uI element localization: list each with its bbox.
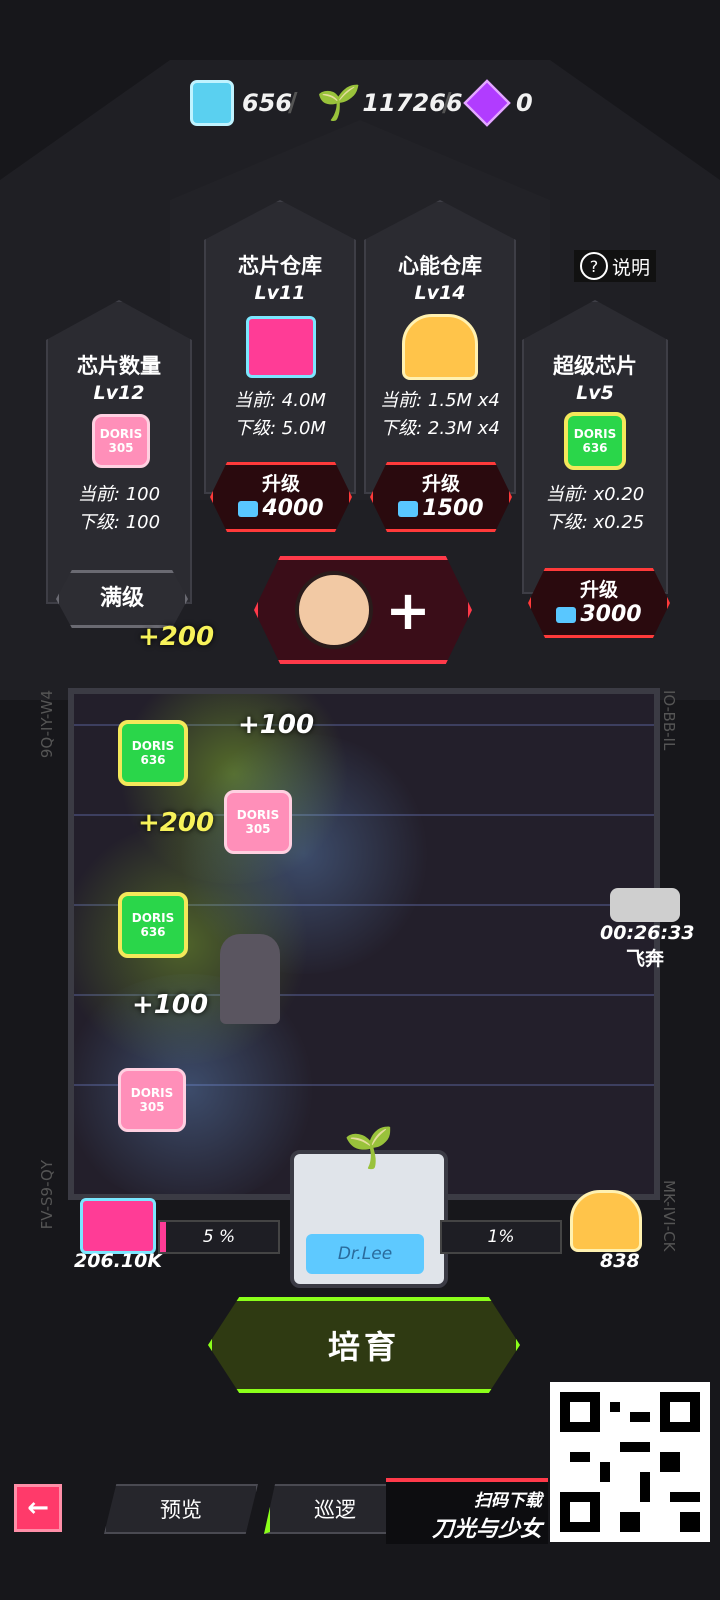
chip-storage-icon xyxy=(246,316,316,378)
sprout-icon: 🌱 xyxy=(312,83,355,123)
field-code: IO-BB-IL xyxy=(660,690,678,751)
chip-count: 656 xyxy=(242,89,293,117)
back-arrow-icon[interactable]: ← xyxy=(14,1484,62,1532)
plus-icon: + xyxy=(385,578,431,642)
tab-patrol[interactable]: 巡逻 xyxy=(264,1484,402,1534)
field-chip: DORIS 636 xyxy=(118,892,188,958)
heart-storage-icon xyxy=(402,314,478,380)
cultivate-button[interactable]: 培育 xyxy=(208,1297,520,1393)
chip-green-icon: DORIS 636 xyxy=(564,412,626,470)
character-avatar-icon xyxy=(295,571,374,649)
purple-cube-icon xyxy=(463,79,511,127)
dr-lee-machine[interactable]: 🌱 Dr.Lee xyxy=(290,1125,448,1288)
chip-storage-icon xyxy=(80,1198,156,1254)
field-chip: DORIS 305 xyxy=(118,1068,186,1132)
currency-chips: 656 xyxy=(190,78,292,128)
field-code: MK-IVI-CK xyxy=(660,1180,678,1252)
currency-sprout: 🌱 117266 xyxy=(312,78,463,128)
upgrade-chip-storage-button[interactable]: 升级 4000 xyxy=(210,462,352,532)
qr-code[interactable] xyxy=(550,1382,710,1542)
float-text: +200 xyxy=(138,808,215,838)
field-chip: DORIS 636 xyxy=(118,720,188,786)
question-icon: ? xyxy=(580,252,608,280)
promo-banner[interactable]: 扫码下载 刀光与少女 xyxy=(386,1478,548,1544)
upgrade-panel-super-chip: 超级芯片 Lv5 DORIS 636 当前: x0.20 下级: x0.25 xyxy=(522,300,668,594)
upgrade-heart-storage-button[interactable]: 升级 1500 xyxy=(370,462,512,532)
upgrade-panel-heart-storage: 心能仓库 Lv14 当前: 1.5M x4 下级: 2.3M x4 xyxy=(364,200,516,494)
chip-cost-icon xyxy=(556,606,577,623)
sprint-timer: 00:26:33 飞奔 xyxy=(600,888,695,971)
add-character-button[interactable]: + xyxy=(254,556,472,664)
field-code: 9Q-IY-W4 xyxy=(38,690,56,759)
heart-storage-icon xyxy=(570,1190,642,1252)
upgrade-panel-chip-count: 芯片数量 Lv12 DORIS 305 当前: 100 下级: 100 xyxy=(46,300,192,604)
chip-cost-icon xyxy=(398,500,419,517)
qr-pattern xyxy=(560,1392,700,1532)
field-code: FV-S9-QY xyxy=(38,1160,56,1230)
character-sprite xyxy=(220,934,280,1024)
cube-count: 0 xyxy=(516,89,533,117)
currency-cube: 0 xyxy=(463,78,533,128)
heart-storage-amount: 838 xyxy=(600,1250,640,1272)
max-level-button[interactable]: 满级 xyxy=(56,570,188,628)
field-chip: DORIS 305 xyxy=(224,790,292,854)
chip-storage-progress: 5 % xyxy=(158,1220,280,1254)
float-text: +100 xyxy=(238,710,315,740)
chip-pink-icon: DORIS 305 xyxy=(92,414,150,468)
sunglasses-icon xyxy=(610,888,680,922)
upgrade-super-chip-button[interactable]: 升级 3000 xyxy=(528,568,670,638)
chip-storage-amount: 206.10K xyxy=(74,1250,163,1272)
sprout-icon: 🌱 xyxy=(344,1125,394,1171)
upgrade-panel-chip-storage: 芯片仓库 Lv11 当前: 4.0M 下级: 5.0M xyxy=(204,200,356,494)
chip-blue-icon xyxy=(190,80,234,126)
heart-storage-progress: 1% xyxy=(440,1220,562,1254)
help-button[interactable]: ? 说明 xyxy=(574,250,657,282)
float-text: +200 xyxy=(138,622,215,652)
float-text: +100 xyxy=(132,990,209,1020)
tab-preview[interactable]: 预览 xyxy=(104,1484,258,1534)
chip-cost-icon xyxy=(238,500,259,517)
